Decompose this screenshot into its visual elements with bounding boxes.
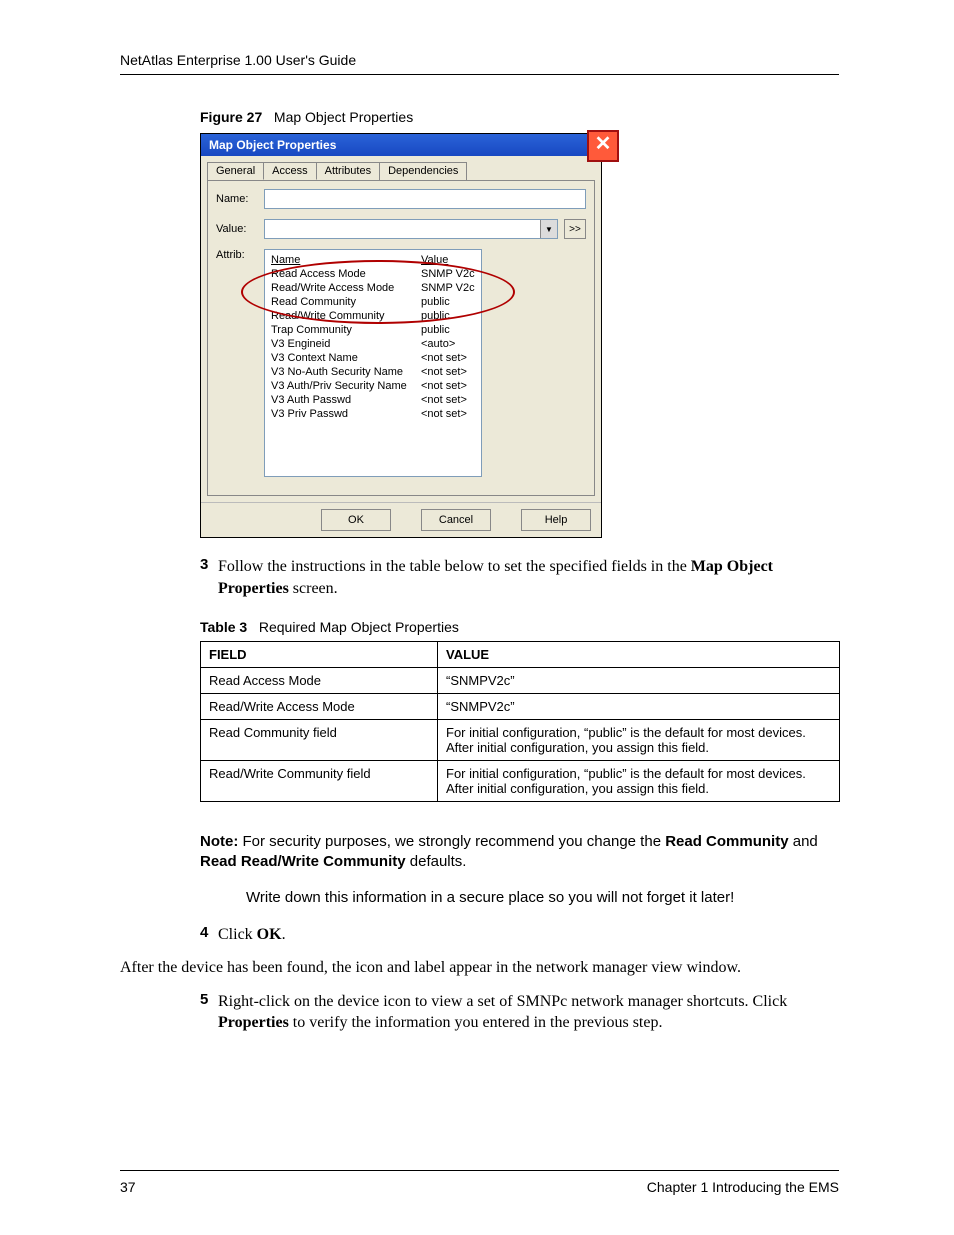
step-number: 5 <box>200 991 218 1034</box>
tab-access[interactable]: Access <box>263 162 316 180</box>
step-number: 4 <box>200 924 218 946</box>
table-head-row: FIELD VALUE <box>201 642 840 668</box>
attrib-row[interactable]: Read/Write Access ModeSNMP V2c <box>271 281 475 295</box>
page-footer: 37 Chapter 1 Introducing the EMS <box>120 1170 839 1195</box>
th-field: FIELD <box>201 642 438 668</box>
step-4: 4 Click OK. <box>200 924 839 946</box>
step-5: 5 Right-click on the device icon to view… <box>200 991 839 1034</box>
dialog-buttons: OK Cancel Help <box>201 502 601 537</box>
step-text: Follow the instructions in the table bel… <box>218 556 839 599</box>
step-3: 3 Follow the instructions in the table b… <box>200 556 839 599</box>
table-row: Read/Write Access Mode“SNMPV2c” <box>201 694 840 720</box>
attrib-label: Attrib: <box>216 249 264 261</box>
after-paragraph: After the device has been found, the ico… <box>120 957 839 979</box>
attrib-row[interactable]: V3 Priv Passwd<not set> <box>271 407 475 421</box>
chevron-down-icon[interactable]: ▼ <box>540 220 557 238</box>
attrib-head-name: Name <box>271 253 421 267</box>
dialog-window: Map Object Properties ✕ General Access A… <box>200 133 602 538</box>
figure-label: Figure 27 <box>200 109 262 125</box>
th-value: VALUE <box>438 642 840 668</box>
doc-header: NetAtlas Enterprise 1.00 User's Guide <box>120 52 839 75</box>
help-button[interactable]: Help <box>521 509 591 531</box>
dialog-titlebar: Map Object Properties ✕ <box>201 134 601 156</box>
step-number: 3 <box>200 556 218 599</box>
step-text: Click OK. <box>218 924 839 946</box>
name-field[interactable] <box>264 189 586 209</box>
table-row: Read/Write Community fieldFor initial co… <box>201 761 840 802</box>
attrib-row[interactable]: Trap Communitypublic <box>271 323 475 337</box>
attrib-list[interactable]: Name Value Read Access ModeSNMP V2c Read… <box>264 249 482 477</box>
figure-title: Map Object Properties <box>274 109 413 125</box>
attrib-row[interactable]: Read Access ModeSNMP V2c <box>271 267 475 281</box>
note-line2: Write down this information in a secure … <box>246 889 839 906</box>
more-button[interactable]: >> <box>564 219 586 239</box>
step-text: Right-click on the device icon to view a… <box>218 991 839 1034</box>
attrib-row[interactable]: V3 Auth/Priv Security Name<not set> <box>271 379 475 393</box>
table-row: Read Access Mode“SNMPV2c” <box>201 668 840 694</box>
figure-caption: Figure 27 Map Object Properties <box>200 109 839 125</box>
page-number: 37 <box>120 1179 136 1195</box>
attrib-row[interactable]: V3 No-Auth Security Name<not set> <box>271 365 475 379</box>
table-caption: Table 3 Required Map Object Properties <box>200 619 839 635</box>
tab-attributes[interactable]: Attributes <box>316 162 380 180</box>
tab-dependencies[interactable]: Dependencies <box>379 162 467 180</box>
attrib-row[interactable]: Read Communitypublic <box>271 295 475 309</box>
value-label: Value: <box>216 223 264 235</box>
chapter-title: Chapter 1 Introducing the EMS <box>647 1179 839 1195</box>
table-row: Read Community fieldFor initial configur… <box>201 720 840 761</box>
tab-body: Name: Value: ▼ >> Attrib: Name Value <box>207 180 595 496</box>
tabs: General Access Attributes Dependencies <box>207 162 595 180</box>
value-select[interactable]: ▼ <box>264 219 558 239</box>
attrib-row[interactable]: V3 Engineid<auto> <box>271 337 475 351</box>
attrib-row[interactable]: V3 Auth Passwd<not set> <box>271 393 475 407</box>
attrib-row[interactable]: V3 Context Name<not set> <box>271 351 475 365</box>
required-properties-table: FIELD VALUE Read Access Mode“SNMPV2c” Re… <box>200 641 840 802</box>
dialog-title: Map Object Properties <box>209 138 336 152</box>
attrib-row[interactable]: Read/Write Communitypublic <box>271 309 475 323</box>
note-block: Note: For security purposes, we strongly… <box>200 832 839 873</box>
tab-general[interactable]: General <box>207 162 264 180</box>
attrib-head-value: Value <box>421 253 475 267</box>
cancel-button[interactable]: Cancel <box>421 509 491 531</box>
name-label: Name: <box>216 193 264 205</box>
ok-button[interactable]: OK <box>321 509 391 531</box>
close-icon[interactable]: ✕ <box>587 130 619 162</box>
